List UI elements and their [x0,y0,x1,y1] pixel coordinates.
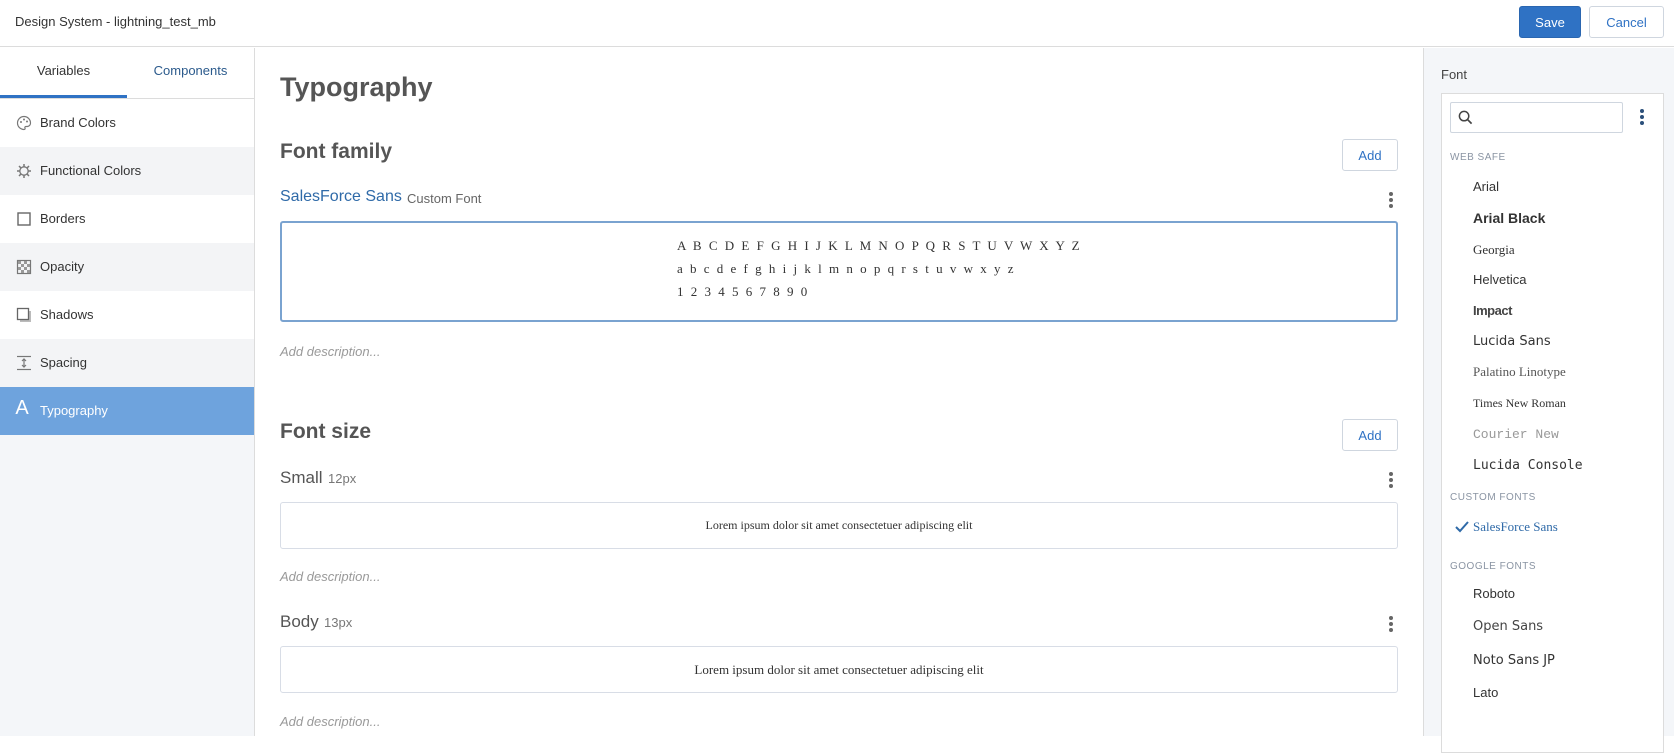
font-option[interactable]: Open Sans [1473,619,1543,634]
font-panel: Font WEB SAFE Arial Arial Black Georgia … [1423,48,1674,753]
sidebar-item-label: Shadows [40,307,94,322]
font-option[interactable]: Times New Roman [1473,396,1566,411]
group-label-custom-fonts: CUSTOM FONTS [1450,492,1536,503]
font-search[interactable] [1450,102,1623,133]
font-size-heading: Font size [280,420,372,443]
checker-icon [16,259,32,275]
font-size-small-more-icon[interactable] [1384,470,1398,490]
font-search-input[interactable] [1479,107,1619,129]
font-option[interactable]: Courier New [1473,427,1559,442]
sidebar-item-label: Spacing [40,355,87,370]
font-size-name: Small [280,468,323,487]
font-option[interactable]: Noto Sans JP [1473,653,1555,668]
sidebar-item-label: Typography [40,403,108,418]
sidebar-item-label: Brand Colors [40,115,116,130]
sidebar-item-functional-colors[interactable]: Functional Colors [0,147,254,195]
font-size-name: Body [280,612,319,631]
shadow-square-icon [16,307,32,323]
font-option[interactable]: Helvetica [1473,272,1526,287]
sidebar-item-spacing[interactable]: Spacing [0,339,254,387]
cancel-button[interactable]: Cancel [1589,6,1664,38]
font-panel-more-icon[interactable] [1637,107,1647,127]
sidebar-item-brand-colors[interactable]: Brand Colors [0,99,254,147]
font-family-heading: Font family [280,140,393,163]
sidebar-item-label: Opacity [40,259,85,274]
font-size-small-preview[interactable]: Lorem ipsum dolor sit amet consectetuer … [280,502,1398,549]
font-option[interactable]: Roboto [1473,586,1515,601]
font-panel-title: Font [1441,67,1468,82]
group-label-web-safe: WEB SAFE [1450,152,1506,163]
font-option[interactable]: Arial Black [1473,210,1545,226]
font-size-body-more-icon[interactable] [1384,614,1398,634]
add-font-size-button[interactable]: Add [1342,419,1398,451]
specimen-uppercase: A B C D E F G H I J K L M N O P Q R S T … [677,238,1082,253]
sidebar-item-typography[interactable]: A Typography [0,387,254,435]
font-family-description[interactable]: Add description... [280,344,380,359]
font-family-name[interactable]: SalesForce Sans [280,188,402,206]
letter-a-icon: A [15,397,29,419]
font-size-body-description[interactable]: Add description... [280,714,380,729]
square-icon [16,211,32,227]
sidebar-tabs: Variables Components [0,48,254,99]
page-title: Typography [280,72,433,102]
font-option[interactable]: Arial [1473,179,1499,194]
save-button[interactable]: Save [1519,6,1581,38]
specimen-digits: 1 2 3 4 5 6 7 8 9 0 [677,284,810,299]
sidebar-nav: Brand Colors Functional Colors Borders O… [0,99,254,435]
tab-variables[interactable]: Variables [0,48,127,98]
gear-icon [16,163,32,179]
sidebar-item-label: Borders [40,211,86,226]
palette-icon [16,115,32,131]
checkmark-icon [1455,521,1469,533]
font-size-body-preview[interactable]: Lorem ipsum dolor sit amet consectetuer … [280,646,1398,693]
top-bar: Design System - lightning_test_mb Save C… [0,0,1674,47]
font-option-selected[interactable]: SalesForce Sans [1473,519,1558,535]
font-size-value: 12px [328,471,357,486]
font-option[interactable]: Palatino Linotype [1473,364,1566,380]
tab-components[interactable]: Components [127,48,254,99]
font-size-small-description[interactable]: Add description... [280,569,380,584]
font-family-more-icon[interactable] [1384,190,1398,210]
specimen-lowercase: a b c d e f g h i j k l m n o p q r s t … [677,261,1016,276]
font-family-type: Custom Font [407,191,482,206]
sidebar: Variables Components Brand Colors Functi… [0,48,255,736]
group-label-google-fonts: GOOGLE FONTS [1450,561,1537,572]
main-content: Typography Font family Add SalesForce Sa… [256,48,1423,736]
search-icon [1458,110,1473,125]
sidebar-item-borders[interactable]: Borders [0,195,254,243]
font-size-value: 13px [324,615,353,630]
font-list-card: WEB SAFE Arial Arial Black Georgia Helve… [1441,93,1664,753]
font-specimen-box[interactable]: A B C D E F G H I J K L M N O P Q R S T … [280,221,1398,322]
add-font-family-button[interactable]: Add [1342,139,1398,171]
font-option[interactable]: Impact [1473,303,1512,318]
font-option[interactable]: Lucida Sans [1473,334,1551,349]
font-option[interactable]: Georgia [1473,242,1515,258]
window-title: Design System - lightning_test_mb [15,14,216,29]
spacing-icon [16,355,32,371]
sidebar-item-shadows[interactable]: Shadows [0,291,254,339]
font-option[interactable]: Lucida Console [1473,458,1583,473]
sidebar-item-label: Functional Colors [40,163,142,178]
sidebar-item-opacity[interactable]: Opacity [0,243,254,291]
font-option[interactable]: Lato [1473,685,1498,700]
